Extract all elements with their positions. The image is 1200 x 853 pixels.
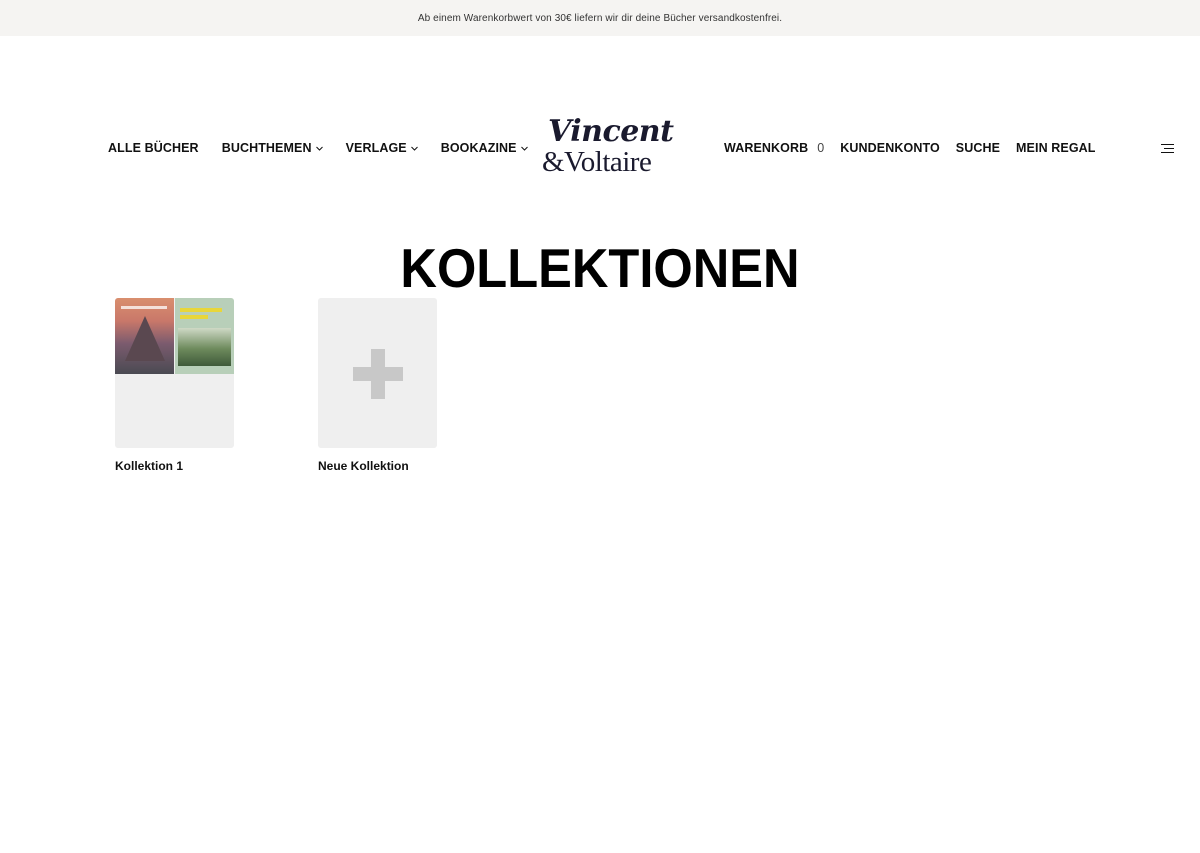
collection-title[interactable]: Kollektion 1 bbox=[115, 459, 234, 473]
logo-line-2: &Voltaire bbox=[542, 146, 652, 178]
new-collection-title[interactable]: Neue Kollektion bbox=[318, 459, 437, 473]
site-logo[interactable]: Vincent &Voltaire bbox=[540, 114, 674, 182]
my-shelf-label: MEIN REGAL bbox=[1016, 141, 1096, 155]
book-cover bbox=[175, 298, 234, 374]
nav-item-publishers[interactable]: VERLAGE bbox=[346, 141, 418, 155]
promo-text: Ab einem Warenkorbwert von 30€ liefern w… bbox=[417, 12, 783, 24]
account-link[interactable]: KUNDENKONTO bbox=[840, 141, 939, 155]
chevron-down-icon bbox=[520, 146, 528, 151]
search-link[interactable]: SUCHE bbox=[956, 141, 1000, 155]
promo-bar: Ab einem Warenkorbwert von 30€ liefern w… bbox=[0, 0, 1200, 36]
page-title: KOLLEKTIONEN bbox=[400, 237, 800, 299]
new-collection-card[interactable]: Neue Kollektion bbox=[318, 298, 437, 473]
cart-label: WARENKORB bbox=[724, 141, 809, 155]
cover-preview bbox=[115, 298, 234, 374]
collection-grid: Kollektion 1 Neue Kollektion bbox=[115, 298, 521, 473]
my-shelf-link[interactable]: MEIN REGAL bbox=[1016, 141, 1095, 155]
book-cover bbox=[115, 298, 174, 374]
account-label: KUNDENKONTO bbox=[840, 141, 940, 155]
new-collection-thumbnail[interactable] bbox=[318, 298, 437, 448]
collection-card[interactable]: Kollektion 1 bbox=[115, 298, 234, 473]
cart-link[interactable]: WARENKORB 0 bbox=[724, 141, 824, 155]
nav-item-book-topics[interactable]: BUCHTHEMEN bbox=[222, 141, 323, 155]
nav-item-label: BOOKAZINE bbox=[440, 141, 517, 155]
nav-item-bookazine[interactable]: BOOKAZINE bbox=[441, 141, 528, 155]
chevron-down-icon bbox=[410, 146, 418, 151]
nav-item-all-books[interactable]: ALLE BÜCHER bbox=[108, 141, 199, 155]
nav-item-label: ALLE BÜCHER bbox=[108, 141, 199, 155]
nav-item-label: BUCHTHEMEN bbox=[221, 141, 312, 155]
search-label: SUCHE bbox=[955, 141, 1001, 155]
logo-line-1: Vincent bbox=[548, 114, 674, 149]
cart-count: 0 bbox=[817, 141, 825, 155]
main-nav: ALLE BÜCHER BUCHTHEMEN VERLAGE BOOKAZINE bbox=[108, 141, 551, 155]
chevron-down-icon bbox=[315, 146, 323, 151]
account-nav: WARENKORB 0 KUNDENKONTO SUCHE MEIN REGAL bbox=[724, 141, 1112, 155]
site-header: ALLE BÜCHER BUCHTHEMEN VERLAGE BOOKAZINE… bbox=[0, 36, 1200, 188]
collection-thumbnail[interactable] bbox=[115, 298, 234, 448]
plus-icon bbox=[353, 349, 403, 399]
nav-item-label: VERLAGE bbox=[345, 141, 407, 155]
hamburger-icon[interactable] bbox=[1161, 144, 1174, 153]
